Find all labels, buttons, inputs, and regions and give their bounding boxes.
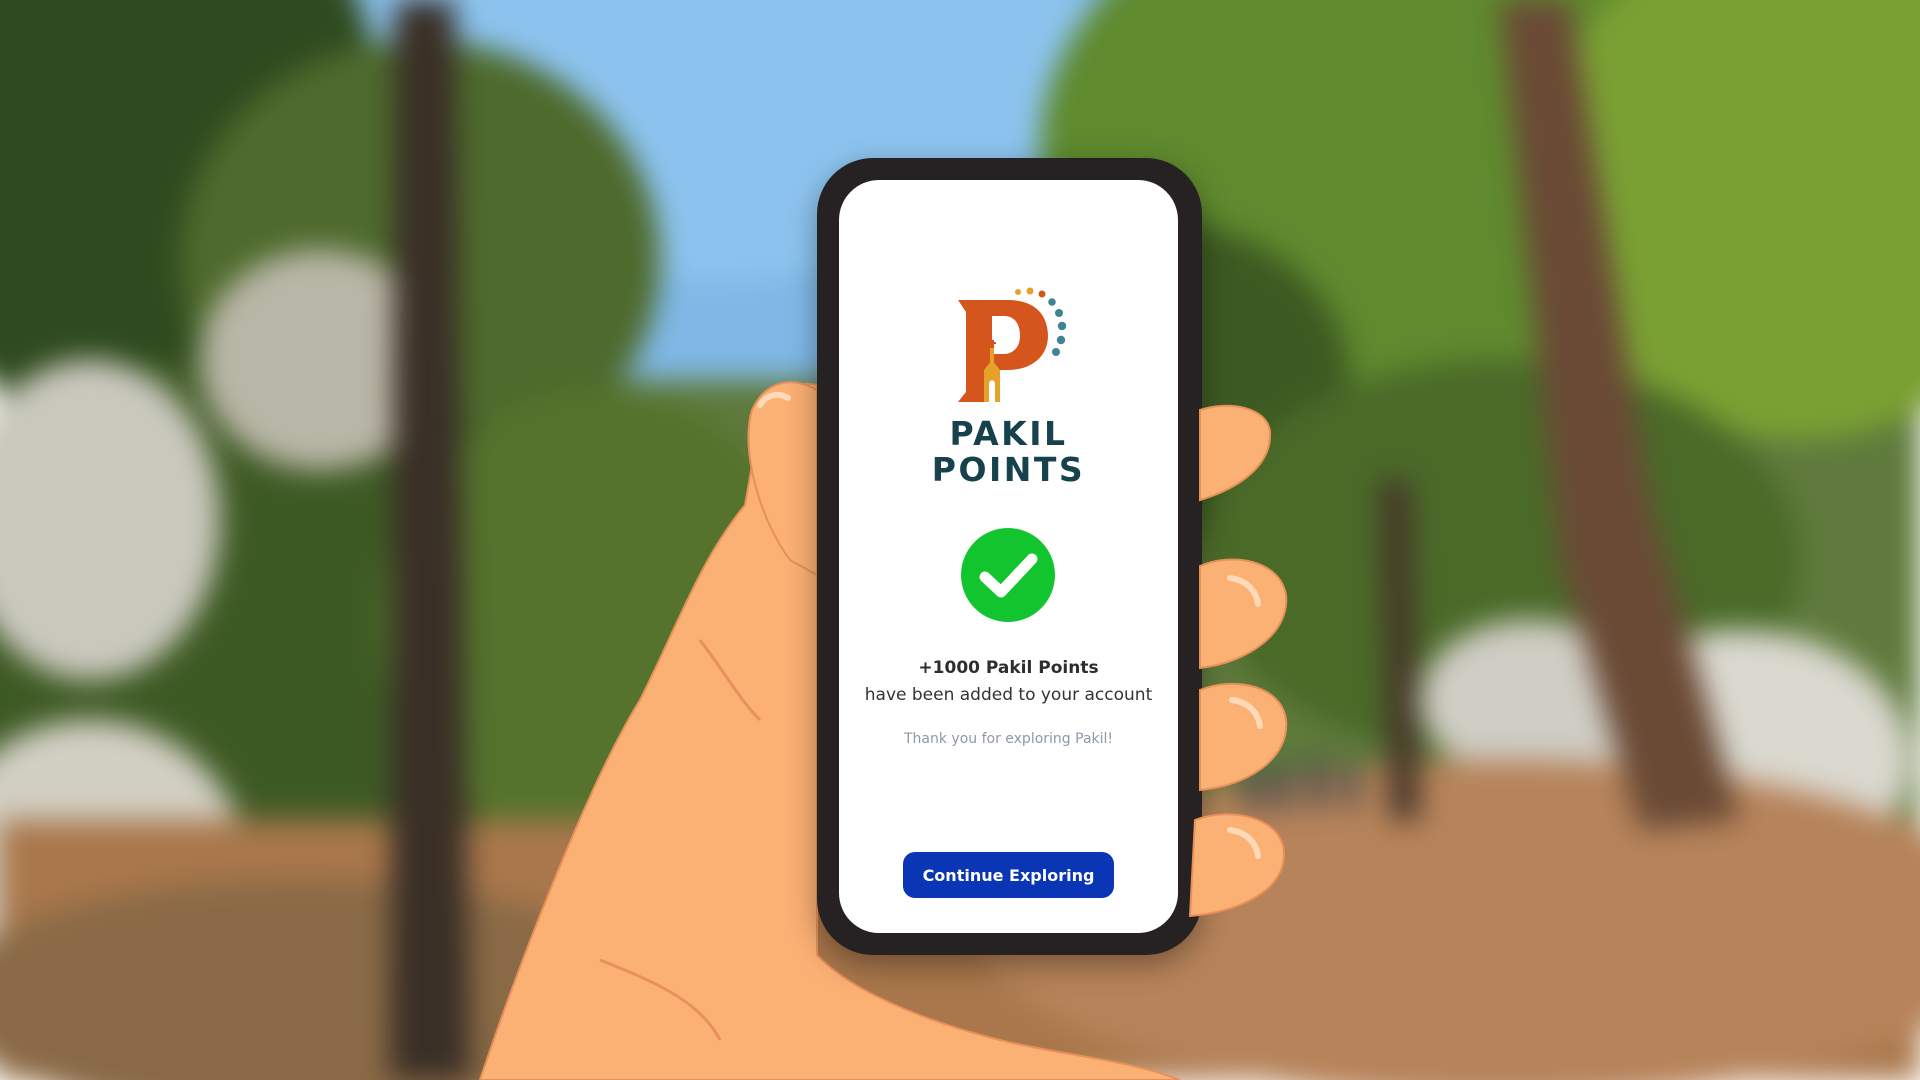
pakil-points-logo: PAKIL POINTS	[839, 284, 1178, 488]
app-screen: PAKIL POINTS +1000 Pakil Points have bee…	[839, 180, 1178, 933]
success-check-icon	[961, 528, 1055, 622]
points-added-message: have been added to your account	[864, 685, 1153, 705]
brand-name-line2: POINTS	[931, 450, 1086, 489]
brand-name-line1: PAKIL	[949, 414, 1068, 453]
phone-device: PAKIL POINTS +1000 Pakil Points have bee…	[817, 158, 1202, 955]
pakil-church-p-logo-icon	[957, 287, 1066, 402]
continue-exploring-button[interactable]: Continue Exploring	[903, 852, 1114, 898]
points-awarded-text: +1000 Pakil Points	[918, 658, 1099, 678]
thank-you-message: Thank you for exploring Pakil!	[903, 731, 1114, 747]
